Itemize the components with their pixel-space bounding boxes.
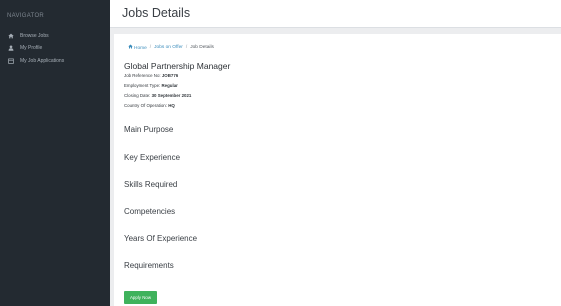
- closing-date: Closing Date: 30 September 2021: [124, 93, 191, 98]
- breadcrumb-home-label: Home: [134, 46, 147, 51]
- employment-type-value: Regular: [161, 83, 178, 88]
- section-key-experience: Key Experience: [124, 153, 181, 162]
- page-title: Jobs Details: [122, 6, 191, 20]
- job-details-panel: Home / Jobs on Offer / Job Details Globa…: [114, 34, 561, 306]
- closing-date-value: 30 September 2021: [151, 93, 192, 98]
- country-of-operation: Country Of Operation: HQ: [124, 103, 175, 108]
- apply-now-button[interactable]: Apply Now: [124, 291, 157, 304]
- breadcrumb-jobs-on-offer[interactable]: Jobs on Offer: [154, 45, 183, 50]
- sidebar: NAVIGATOR Browse Jobs My Profile My Job …: [0, 0, 110, 306]
- section-years-of-experience: Years Of Experience: [124, 234, 198, 243]
- employment-type-label: Employment Type:: [124, 83, 161, 88]
- sidebar-item-my-profile[interactable]: My Profile: [7, 43, 42, 52]
- sidebar-item-my-job-applications[interactable]: My Job Applications: [7, 56, 64, 65]
- section-skills-required: Skills Required: [124, 180, 178, 189]
- job-reference-label: Job Reference No:: [124, 73, 161, 78]
- breadcrumb-separator: /: [149, 45, 152, 50]
- navigator-heading: NAVIGATOR: [7, 13, 45, 19]
- employment-type: Employment Type: Regular: [124, 83, 178, 88]
- section-requirements: Requirements: [124, 261, 174, 270]
- sidebar-item-browse-jobs[interactable]: Browse Jobs: [7, 31, 49, 40]
- home-icon: [128, 44, 133, 49]
- job-title: Global Partnership Manager: [124, 61, 231, 71]
- breadcrumb: Home / Jobs on Offer / Job Details: [128, 44, 214, 51]
- sidebar-item-label: Browse Jobs: [20, 32, 49, 39]
- job-reference: Job Reference No: JOB776: [124, 73, 178, 78]
- section-main-purpose: Main Purpose: [124, 125, 174, 134]
- calendar-icon: [7, 58, 14, 64]
- section-competencies: Competencies: [124, 207, 176, 216]
- page-header: Jobs Details: [110, 0, 561, 28]
- job-reference-value: JOB776: [161, 73, 179, 78]
- user-icon: [7, 44, 14, 51]
- sidebar-item-label: My Profile: [20, 44, 43, 51]
- sidebar-item-label: My Job Applications: [20, 57, 65, 64]
- breadcrumb-current: Job Details: [190, 45, 214, 50]
- country-of-operation-label: Country Of Operation:: [124, 103, 167, 108]
- breadcrumb-home[interactable]: Home: [128, 44, 147, 51]
- home-icon: [7, 33, 14, 39]
- breadcrumb-separator: /: [185, 45, 188, 50]
- closing-date-label: Closing Date:: [124, 93, 151, 98]
- country-of-operation-value: HQ: [168, 103, 175, 108]
